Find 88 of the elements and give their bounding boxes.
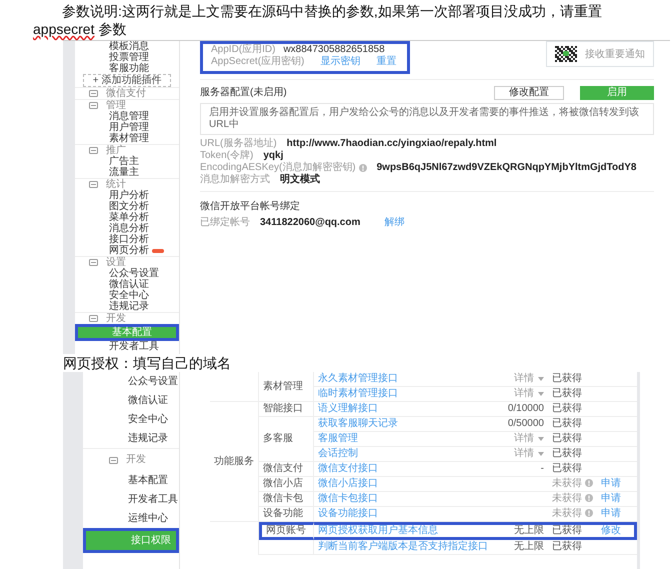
- status-text: 已获得: [552, 433, 582, 444]
- sidebar-item[interactable]: 广告主: [75, 156, 179, 167]
- sidebar-item[interactable]: 开发者工具: [75, 341, 179, 352]
- field-value: 明文模式: [280, 174, 320, 186]
- sidebar-item[interactable]: 素材管理: [75, 133, 179, 144]
- sidebar-item[interactable]: 违规记录: [83, 429, 179, 448]
- section-title: 服务器配置(未启用): [200, 86, 287, 100]
- sidebar-item[interactable]: 客服功能: [75, 63, 179, 74]
- field-label: 消息加解密方式: [200, 174, 270, 186]
- sidebar-heading: 推广: [106, 145, 126, 156]
- sidebar-heading: 开发: [106, 313, 126, 324]
- field-value: 3411822060@qq.com: [260, 217, 360, 229]
- sidebar-item[interactable]: 菜单分析: [75, 212, 179, 223]
- sidebar-item[interactable]: 基本配置: [83, 471, 179, 490]
- sidebar-item[interactable]: 消息分析: [75, 223, 179, 234]
- sidebar-item[interactable]: 接口分析: [75, 234, 179, 245]
- section-icon: [89, 102, 98, 109]
- table-cell: 智能接口: [259, 402, 314, 417]
- sidebar-item[interactable]: 投票管理: [75, 52, 179, 63]
- sidebar-item[interactable]: 消息管理: [75, 111, 179, 122]
- field-label: AppID(应用ID): [211, 44, 276, 56]
- table-cell: 无上限: [514, 525, 544, 536]
- sidebar-item[interactable]: 图文分析: [75, 201, 179, 212]
- sidebar-item[interactable]: 模板消息: [75, 41, 179, 52]
- sidebar-item[interactable]: 网页分析: [75, 245, 179, 256]
- sidebar-item[interactable]: 安全中心: [75, 290, 179, 301]
- table-cell: 功能服务: [210, 402, 259, 522]
- sidebar-heading: 开发: [126, 453, 146, 467]
- field-label: AppSecret(应用密钥): [211, 56, 304, 68]
- status-text: 已获得: [552, 388, 582, 399]
- field-value: wx8847305882651858: [283, 44, 385, 56]
- sidebar-item[interactable]: 用户管理: [75, 122, 179, 133]
- sidebar-item[interactable]: 用户分析: [75, 190, 179, 201]
- status-text: 已获得: [552, 403, 582, 414]
- config-button[interactable]: 修改配置: [494, 86, 564, 100]
- notice-text: 接收重要通知: [585, 48, 645, 62]
- table-cell: 微信支付: [259, 462, 314, 477]
- field-label: EncodingAESKey(消息加解密密钥): [200, 162, 356, 174]
- table-cell: 素材管理: [259, 372, 314, 402]
- caption-text: 网页授权：填写自己的域名: [63, 354, 232, 372]
- field-value: http://www.7haodian.cc/yingxiao/repaly.html: [286, 138, 497, 150]
- section-icon: [109, 456, 118, 464]
- table-cell: 无上限: [514, 541, 544, 552]
- table-cell: 微信小店: [259, 477, 314, 492]
- sidebar-item[interactable]: 公众号设置: [75, 268, 179, 279]
- table-cell: 0/50000: [508, 418, 544, 429]
- sidebar-heading: 微信支付: [106, 88, 146, 99]
- table-cell: 网页账号: [259, 522, 314, 540]
- status-text: 已获得: [552, 448, 582, 459]
- sidebar-heading: 统计: [106, 179, 126, 190]
- status-text: 未获得: [552, 478, 582, 489]
- section-icon: [89, 181, 98, 188]
- sidebar-item[interactable]: 微信认证: [75, 279, 179, 290]
- sidebar-heading: 管理: [106, 100, 126, 111]
- status-text: 已获得: [552, 463, 582, 474]
- table-cell: 0/10000: [508, 403, 544, 414]
- sidebar-item[interactable]: 微信认证: [83, 391, 179, 410]
- qr-code-icon: [555, 46, 577, 62]
- table-cell: 多客服: [259, 417, 314, 462]
- table-cell: -: [540, 463, 544, 474]
- section-icon: [89, 90, 98, 97]
- section-title: 微信开放平台帐号绑定: [200, 201, 301, 213]
- field-value: yqkj: [263, 150, 284, 162]
- section-icon: [89, 315, 98, 322]
- info-text: 启用并设置服务器配置后，用户发给公众号的消息以及开发者需要的事件推送，将被微信转发到该URL中: [200, 103, 654, 135]
- field-value: 9wpsB6qJ5Nl67zwd9VZEkQRGNqpYMjbYltmGjdTodY8: [376, 162, 636, 174]
- sidebar-item[interactable]: 开发者工具: [83, 490, 179, 509]
- table-cell: 微信卡包: [259, 492, 314, 507]
- section-icon: [89, 147, 98, 154]
- add-plugin-button[interactable]: + 添加功能插件: [83, 74, 171, 87]
- status-text: 已获得: [552, 373, 582, 384]
- status-text: 未获得: [552, 493, 582, 504]
- status-text: 已获得: [552, 418, 582, 429]
- status-text: 已获得: [552, 525, 582, 536]
- field-label: 已绑定帐号: [200, 217, 250, 229]
- sidebar-heading: 设置: [106, 257, 126, 268]
- sidebar-item[interactable]: 流量主: [75, 167, 179, 178]
- sidebar-item[interactable]: 违规记录: [75, 301, 179, 312]
- sidebar-item[interactable]: 公众号设置: [83, 372, 179, 391]
- field-label: URL(服务器地址): [200, 138, 277, 150]
- table-cell: 设备功能: [259, 507, 314, 522]
- sidebar-item[interactable]: 安全中心: [83, 410, 179, 429]
- sidebar-item[interactable]: 运维中心: [83, 509, 179, 528]
- section-icon: [89, 259, 98, 266]
- status-text: 已获得: [552, 541, 582, 552]
- instruction-text: 参数说明:这两行就是上文需要在源码中替换的参数,如果第一次部署项目没成功，请重置 appsecret 参数: [33, 2, 603, 38]
- field-label: Token(令牌): [200, 150, 254, 162]
- status-text: 未获得: [552, 508, 582, 519]
